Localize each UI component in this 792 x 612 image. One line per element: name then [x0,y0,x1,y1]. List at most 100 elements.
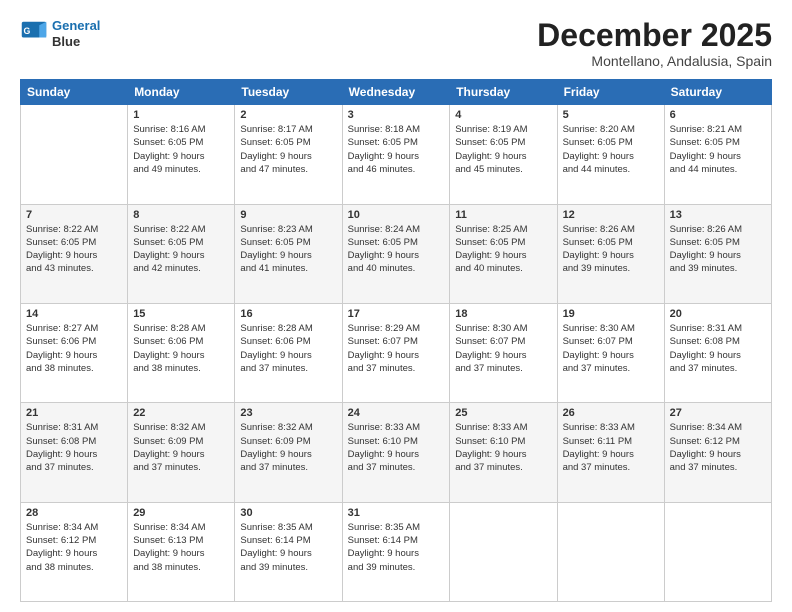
calendar-table: SundayMondayTuesdayWednesdayThursdayFrid… [20,79,772,602]
day-info: Sunrise: 8:21 AMSunset: 6:05 PMDaylight:… [670,123,766,176]
day-number: 30 [240,507,336,519]
day-info: Sunrise: 8:28 AMSunset: 6:06 PMDaylight:… [133,322,229,375]
calendar-cell: 4Sunrise: 8:19 AMSunset: 6:05 PMDaylight… [450,105,557,204]
day-number: 19 [563,308,659,320]
calendar-cell [664,502,771,601]
day-info: Sunrise: 8:25 AMSunset: 6:05 PMDaylight:… [455,223,551,276]
weekday-header-cell: Wednesday [342,80,450,105]
day-number: 11 [455,209,551,221]
day-info: Sunrise: 8:32 AMSunset: 6:09 PMDaylight:… [240,421,336,474]
day-number: 16 [240,308,336,320]
day-number: 24 [348,407,445,419]
day-info: Sunrise: 8:27 AMSunset: 6:06 PMDaylight:… [26,322,122,375]
logo: G General Blue [20,18,100,49]
day-number: 18 [455,308,551,320]
day-info: Sunrise: 8:26 AMSunset: 6:05 PMDaylight:… [563,223,659,276]
calendar-cell: 10Sunrise: 8:24 AMSunset: 6:05 PMDayligh… [342,204,450,303]
calendar-cell: 25 Sunrise: 8:33 AMSunset: 6:10 PMDayligh… [450,403,557,502]
day-info: Sunrise: 8:19 AMSunset: 6:05 PMDaylight:… [455,123,551,176]
weekday-header-cell: Tuesday [235,80,342,105]
day-info: Sunrise: 8:34 AMSunset: 6:12 PMDaylight:… [670,421,766,474]
weekday-header-cell: Monday [128,80,235,105]
day-info: Sunrise: 8:22 AMSunset: 6:05 PMDaylight:… [26,223,122,276]
calendar-cell: 17Sunrise: 8:29 AMSunset: 6:07 PMDayligh… [342,303,450,402]
calendar-cell: 28 Sunrise: 8:34 AMSunset: 6:12 PMDayligh… [21,502,128,601]
calendar-cell: 23 Sunrise: 8:32 AMSunset: 6:09 PMDayligh… [235,403,342,502]
day-number: 23 [240,407,336,419]
day-info: Sunrise: 8:16 AMSunset: 6:05 PMDaylight:… [133,123,229,176]
day-number: 1 [133,109,229,121]
weekday-header-cell: Sunday [21,80,128,105]
day-number: 17 [348,308,445,320]
day-info: Sunrise: 8:30 AMSunset: 6:07 PMDaylight:… [563,322,659,375]
day-number: 6 [670,109,766,121]
calendar-page: G General Blue December 2025 Montellano,… [0,0,792,612]
day-info: Sunrise: 8:24 AMSunset: 6:05 PMDaylight:… [348,223,445,276]
weekday-header-cell: Friday [557,80,664,105]
day-info: Sunrise: 8:18 AMSunset: 6:05 PMDaylight:… [348,123,445,176]
day-info: Sunrise: 8:30 AMSunset: 6:07 PMDaylight:… [455,322,551,375]
calendar-cell [21,105,128,204]
calendar-cell: 16 Sunrise: 8:28 AMSunset: 6:06 PMDayligh… [235,303,342,402]
calendar-cell: 24 Sunrise: 8:33 AMSunset: 6:10 PMDayligh… [342,403,450,502]
day-number: 8 [133,209,229,221]
header: G General Blue December 2025 Montellano,… [20,18,772,69]
day-number: 25 [455,407,551,419]
day-number: 26 [563,407,659,419]
calendar-cell: 30 Sunrise: 8:35 AMSunset: 6:14 PMDayligh… [235,502,342,601]
day-info: Sunrise: 8:17 AMSunset: 6:05 PMDaylight:… [240,123,336,176]
location: Montellano, Andalusia, Spain [537,53,772,69]
calendar-body: 1 Sunrise: 8:16 AMSunset: 6:05 PMDaylight… [21,105,772,602]
calendar-cell: 26 Sunrise: 8:33 AMSunset: 6:11 PMDayligh… [557,403,664,502]
calendar-cell [450,502,557,601]
calendar-cell: 20Sunrise: 8:31 AMSunset: 6:08 PMDayligh… [664,303,771,402]
day-info: Sunrise: 8:22 AMSunset: 6:05 PMDaylight:… [133,223,229,276]
calendar-cell: 31 Sunrise: 8:35 AMSunset: 6:14 PMDayligh… [342,502,450,601]
calendar-cell: 15Sunrise: 8:28 AMSunset: 6:06 PMDayligh… [128,303,235,402]
weekday-header-cell: Saturday [664,80,771,105]
day-number: 7 [26,209,122,221]
day-info: Sunrise: 8:34 AMSunset: 6:13 PMDaylight:… [133,521,229,574]
day-number: 27 [670,407,766,419]
calendar-cell: 22Sunrise: 8:32 AMSunset: 6:09 PMDayligh… [128,403,235,502]
day-number: 31 [348,507,445,519]
day-info: Sunrise: 8:20 AMSunset: 6:05 PMDaylight:… [563,123,659,176]
day-number: 29 [133,507,229,519]
day-info: Sunrise: 8:35 AMSunset: 6:14 PMDaylight:… [240,521,336,574]
calendar-cell: 29 Sunrise: 8:34 AMSunset: 6:13 PMDayligh… [128,502,235,601]
day-info: Sunrise: 8:33 AMSunset: 6:10 PMDaylight:… [455,421,551,474]
calendar-week-row: 14 Sunrise: 8:27 AMSunset: 6:06 PMDayligh… [21,303,772,402]
calendar-cell: 1 Sunrise: 8:16 AMSunset: 6:05 PMDaylight… [128,105,235,204]
day-number: 12 [563,209,659,221]
calendar-cell: 14 Sunrise: 8:27 AMSunset: 6:06 PMDayligh… [21,303,128,402]
day-info: Sunrise: 8:33 AMSunset: 6:11 PMDaylight:… [563,421,659,474]
logo-icon: G [20,20,48,48]
day-number: 21 [26,407,122,419]
calendar-cell: 5 Sunrise: 8:20 AMSunset: 6:05 PMDaylight… [557,105,664,204]
title-block: December 2025 Montellano, Andalusia, Spa… [537,18,772,69]
calendar-cell: 9 Sunrise: 8:23 AMSunset: 6:05 PMDaylight… [235,204,342,303]
day-info: Sunrise: 8:31 AMSunset: 6:08 PMDaylight:… [670,322,766,375]
day-number: 9 [240,209,336,221]
weekday-header-cell: Thursday [450,80,557,105]
calendar-cell: 12 Sunrise: 8:26 AMSunset: 6:05 PMDayligh… [557,204,664,303]
day-info: Sunrise: 8:34 AMSunset: 6:12 PMDaylight:… [26,521,122,574]
weekday-header-row: SundayMondayTuesdayWednesdayThursdayFrid… [21,80,772,105]
calendar-cell: 27 Sunrise: 8:34 AMSunset: 6:12 PMDayligh… [664,403,771,502]
day-info: Sunrise: 8:35 AMSunset: 6:14 PMDaylight:… [348,521,445,574]
day-number: 2 [240,109,336,121]
day-info: Sunrise: 8:23 AMSunset: 6:05 PMDaylight:… [240,223,336,276]
calendar-week-row: 28 Sunrise: 8:34 AMSunset: 6:12 PMDayligh… [21,502,772,601]
day-number: 14 [26,308,122,320]
day-info: Sunrise: 8:33 AMSunset: 6:10 PMDaylight:… [348,421,445,474]
calendar-cell: 18 Sunrise: 8:30 AMSunset: 6:07 PMDayligh… [450,303,557,402]
day-number: 5 [563,109,659,121]
logo-text: General Blue [52,18,100,49]
calendar-week-row: 7 Sunrise: 8:22 AMSunset: 6:05 PMDaylight… [21,204,772,303]
day-info: Sunrise: 8:28 AMSunset: 6:06 PMDaylight:… [240,322,336,375]
day-number: 28 [26,507,122,519]
day-number: 22 [133,407,229,419]
calendar-cell: 2 Sunrise: 8:17 AMSunset: 6:05 PMDaylight… [235,105,342,204]
calendar-cell: 7 Sunrise: 8:22 AMSunset: 6:05 PMDaylight… [21,204,128,303]
month-title: December 2025 [537,18,772,53]
